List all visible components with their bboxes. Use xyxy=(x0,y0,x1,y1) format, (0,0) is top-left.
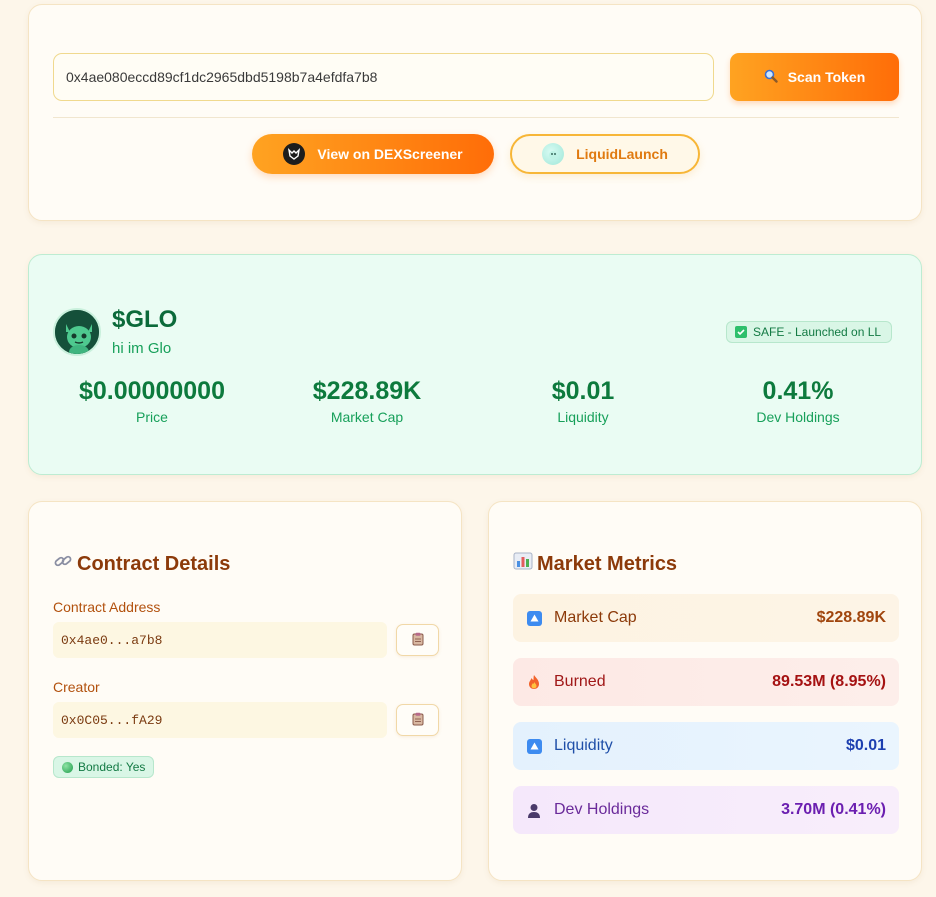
checkmark-icon xyxy=(735,326,747,338)
stat-value: 0.41% xyxy=(762,377,834,405)
up-arrow-icon xyxy=(526,738,542,754)
dexscreener-logo-icon xyxy=(283,143,306,165)
metric-label: Dev Holdings xyxy=(554,801,650,818)
metric-value: 89.53M (8.95%) xyxy=(772,673,886,690)
stat-value: $0.01 xyxy=(551,377,615,405)
metric-row-liquidity: Liquidity $0.01 xyxy=(513,722,899,770)
person-icon xyxy=(526,802,542,818)
metric-value: 3.70M (0.41%) xyxy=(781,801,886,818)
copy-address-button[interactable] xyxy=(396,624,439,656)
stat-label: Dev Holdings xyxy=(756,409,840,425)
stat-liquidity: $0.01 Liquidity xyxy=(478,375,688,425)
liquidlaunch-label: LiquidLaunch xyxy=(576,146,668,162)
bonded-status-badge: Bonded: Yes xyxy=(53,756,155,778)
view-on-dexscreener-button[interactable]: View on DEXScreener xyxy=(252,134,494,174)
stat-label: Price xyxy=(136,409,168,425)
search-card: Scan Token View on DEXScreener LiquidLau… xyxy=(28,4,922,221)
stat-label: Liquidity xyxy=(557,409,609,425)
market-metrics-title-text: Market Metrics xyxy=(537,552,678,575)
copy-creator-button[interactable] xyxy=(396,704,439,736)
contract-details-title-text: Contract Details xyxy=(77,552,231,575)
market-metrics-title: Market Metrics xyxy=(513,551,677,577)
fire-icon xyxy=(526,674,542,690)
metric-label: Burned xyxy=(554,673,606,690)
liquidlaunch-button[interactable]: LiquidLaunch xyxy=(510,134,700,174)
token-name: hi im Glo xyxy=(112,340,172,357)
metric-row-dev-holdings: Dev Holdings 3.70M (0.41%) xyxy=(513,786,899,834)
contract-details-title: Contract Details xyxy=(53,551,230,577)
safe-badge-label: SAFE - Launched on LL xyxy=(753,325,882,339)
divider xyxy=(53,117,899,118)
contract-address-value: 0x4ae0...a7b8 xyxy=(53,622,387,658)
stat-label: Market Cap xyxy=(330,409,404,425)
clipboard-icon xyxy=(412,712,424,729)
magnifier-icon xyxy=(764,69,778,86)
metric-label: Liquidity xyxy=(554,737,613,754)
metric-label: Market Cap xyxy=(554,609,637,626)
stat-price: $0.00000000 Price xyxy=(47,375,257,425)
liquidlaunch-logo-icon xyxy=(542,143,565,165)
stat-dev-holdings: 0.41% Dev Holdings xyxy=(693,375,903,425)
token-avatar xyxy=(53,308,101,356)
token-summary-card: $GLO hi im Glo SAFE - Launched on LL $0.… xyxy=(28,254,922,475)
stat-value: $0.00000000 xyxy=(79,377,225,405)
green-dot-icon xyxy=(62,761,73,773)
stat-value: $228.89K xyxy=(312,377,422,405)
metric-row-market-cap: Market Cap $228.89K xyxy=(513,594,899,642)
token-address-input[interactable] xyxy=(53,53,714,101)
bonded-label: Bonded: Yes xyxy=(78,760,146,774)
metric-row-burned: Burned 89.53M (8.95%) xyxy=(513,658,899,706)
safe-status-badge: SAFE - Launched on LL xyxy=(726,321,893,343)
contract-details-card: Contract Details Contract Address 0x4ae0… xyxy=(28,501,462,881)
up-arrow-icon xyxy=(526,610,542,626)
clipboard-icon xyxy=(412,632,424,649)
bar-chart-icon xyxy=(513,551,533,577)
scan-token-button[interactable]: Scan Token xyxy=(730,53,899,101)
token-symbol: $GLO xyxy=(112,306,178,333)
link-icon xyxy=(53,551,73,577)
market-metrics-card: Market Metrics Market Cap $228.89K Burne… xyxy=(488,501,922,881)
dexscreener-label: View on DEXScreener xyxy=(317,146,463,162)
creator-label: Creator xyxy=(53,679,100,695)
metric-value: $228.89K xyxy=(816,609,886,626)
metric-value: $0.01 xyxy=(845,737,886,754)
creator-value: 0x0C05...fA29 xyxy=(53,702,387,738)
scan-token-label: Scan Token xyxy=(787,69,866,85)
stat-market-cap: $228.89K Market Cap xyxy=(262,375,472,425)
contract-address-label: Contract Address xyxy=(53,599,161,615)
